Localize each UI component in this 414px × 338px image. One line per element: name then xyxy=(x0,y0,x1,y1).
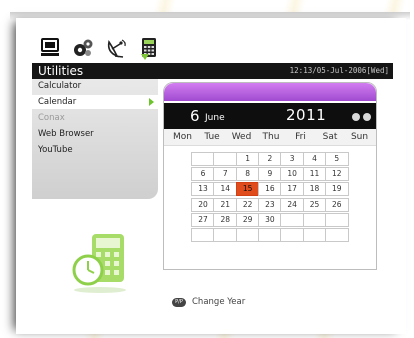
calendar-day-cell[interactable]: 26 xyxy=(324,197,349,212)
calendar-header-band xyxy=(164,83,376,101)
calendar-empty-cell xyxy=(280,228,305,242)
calendar-day-cell[interactable]: 18 xyxy=(302,182,327,197)
weekday-label: Wed xyxy=(231,132,252,142)
calendar-day-cell[interactable]: 30 xyxy=(257,212,282,227)
calendar-day-cell[interactable]: 22 xyxy=(235,197,260,212)
calendar-day-cell[interactable]: 28 xyxy=(213,212,238,227)
hint-label: Change Year xyxy=(192,297,246,307)
calendar-day-cell[interactable]: 2 xyxy=(257,152,282,166)
calendar-month: June xyxy=(205,113,225,123)
calendar-empty-cell xyxy=(302,212,327,227)
calendar-day-cell[interactable]: 27 xyxy=(191,212,215,227)
calendar-day-cell[interactable]: 15 xyxy=(235,182,260,197)
calendar-day-cell[interactable]: 17 xyxy=(280,182,305,197)
calendar-day-cell[interactable]: 12 xyxy=(324,167,349,182)
calendar-panel: 6 June 2011 Mon Tue Wed Thu Fri Sat Sun 123456… xyxy=(163,82,377,270)
calendar-day-cell[interactable]: 10 xyxy=(280,167,305,182)
calendar-nav: 6 June 2011 xyxy=(164,103,376,129)
weekday-label: Sun xyxy=(350,132,369,142)
calendar-empty-cell xyxy=(257,228,282,242)
calendar-day-cell[interactable]: 20 xyxy=(191,197,215,212)
calendar-empty-cell xyxy=(213,228,238,242)
calendar-clock-illustration xyxy=(70,234,128,294)
calendar-day-cell[interactable]: 25 xyxy=(302,197,327,212)
calendar-day-cell[interactable]: 21 xyxy=(213,197,238,212)
menu-item-calendar[interactable]: Calendar xyxy=(32,95,158,109)
menu-item-web-browser[interactable]: Web Browser xyxy=(32,127,158,141)
calendar-day-cell[interactable]: 11 xyxy=(302,167,327,182)
weekday-label: Mon xyxy=(173,132,192,142)
calendar-day-cell[interactable]: 8 xyxy=(235,167,260,182)
calendar-day-cell[interactable]: 13 xyxy=(191,182,215,197)
satellite-dish-icon[interactable] xyxy=(105,36,129,60)
next-icon[interactable] xyxy=(363,113,371,121)
calendar-day-cell[interactable]: 24 xyxy=(280,197,305,212)
weekday-label: Thu xyxy=(262,132,280,142)
calendar-day-cell[interactable]: 4 xyxy=(302,152,327,166)
tv-icon[interactable] xyxy=(38,36,62,60)
calendar-day-cell[interactable]: 7 xyxy=(213,167,238,182)
calendar-day-cell[interactable]: 6 xyxy=(191,167,215,182)
calendar-day-cell[interactable]: 9 xyxy=(257,167,282,182)
settings-gears-icon[interactable] xyxy=(71,36,95,60)
calendar-empty-cell xyxy=(213,152,238,166)
page-title: Utilities xyxy=(38,64,84,78)
weekday-label: Fri xyxy=(295,132,306,142)
weekday-header-row: Mon Tue Wed Thu Fri Sat Sun xyxy=(164,129,376,146)
menu-item-youtube[interactable]: YouTube xyxy=(32,143,158,157)
calendar-empty-cell xyxy=(324,212,349,227)
calendar-day-cell[interactable]: 1 xyxy=(235,152,260,166)
calendar-empty-cell xyxy=(280,212,305,227)
calendar-year: 2011 xyxy=(286,106,327,124)
utilities-menu: Calculator Calendar Conax Web Browser Yo… xyxy=(32,79,158,199)
weekday-label: Sat xyxy=(322,132,338,142)
datetime-readout: 12:13/05-Jul-2006[Wed] xyxy=(289,66,389,75)
selected-icon-indicator xyxy=(141,54,149,60)
calendar-empty-cell xyxy=(302,228,327,242)
calendar-empty-cell xyxy=(191,228,215,242)
calendar-day-cell[interactable]: 23 xyxy=(257,197,282,212)
calendar-day-cell[interactable]: 14 xyxy=(213,182,238,197)
title-bar: Utilities 12:13/05-Jul-2006[Wed] xyxy=(32,63,393,79)
menu-item-calculator[interactable]: Calculator xyxy=(32,79,158,93)
calendar-day-cell[interactable]: 29 xyxy=(235,212,260,227)
calendar-empty-cell xyxy=(191,152,215,166)
calendar-day: 6 xyxy=(190,107,200,125)
calendar-empty-cell xyxy=(324,228,349,242)
previous-icon[interactable] xyxy=(352,113,360,121)
menu-item-conax: Conax xyxy=(38,113,65,123)
calendar-day-cell[interactable]: 19 xyxy=(324,182,349,197)
calendar-empty-cell xyxy=(235,228,260,242)
weekday-label: Tue xyxy=(204,132,220,142)
remote-key-icon: P/P xyxy=(172,298,186,307)
chevron-right-icon xyxy=(149,98,154,106)
calendar-day-cell[interactable]: 16 xyxy=(257,182,282,197)
calendar-day-cell[interactable]: 5 xyxy=(324,152,349,166)
calendar-day-cell[interactable]: 3 xyxy=(280,152,305,166)
